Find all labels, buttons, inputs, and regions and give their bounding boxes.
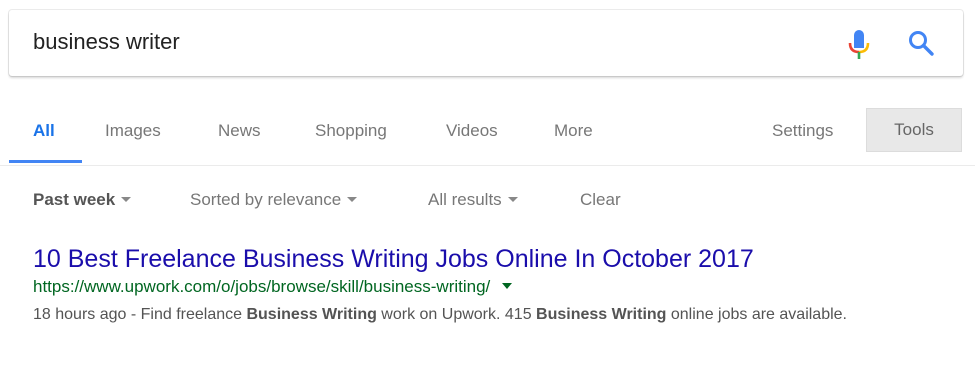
clear-filters-link[interactable]: Clear <box>580 190 621 210</box>
tab-more[interactable]: More <box>554 121 593 141</box>
snippet-separator: - <box>126 306 141 323</box>
result-url-row: https://www.upwork.com/o/jobs/browse/ski… <box>33 276 953 298</box>
search-result: 10 Best Freelance Business Writing Jobs … <box>33 242 953 328</box>
search-tabs-bar: All Images News Shopping Videos More Set… <box>0 100 975 166</box>
microphone-icon[interactable] <box>847 28 871 62</box>
result-title-link[interactable]: 10 Best Freelance Business Writing Jobs … <box>33 242 953 276</box>
snippet-highlight: Business Writing <box>246 306 377 323</box>
search-icon[interactable] <box>907 29 935 57</box>
results-filter-label: All results <box>428 190 502 209</box>
results-filter-dropdown[interactable]: All results <box>428 190 518 210</box>
search-box <box>9 10 963 76</box>
tab-videos[interactable]: Videos <box>446 121 498 141</box>
time-filter-dropdown[interactable]: Past week <box>33 190 132 210</box>
url-options-caret-icon[interactable] <box>502 282 513 289</box>
snippet-text: online jobs are available. <box>666 306 847 323</box>
snippet-text: work on Upwork. 415 <box>376 306 537 323</box>
snippet-text: Find freelance <box>140 306 247 323</box>
snippet-date: 18 hours ago <box>33 306 127 323</box>
dropdown-caret-icon <box>347 197 358 203</box>
sort-filter-dropdown[interactable]: Sorted by relevance <box>190 190 358 210</box>
dropdown-caret-icon <box>507 197 518 203</box>
snippet-highlight: Business Writing <box>536 306 667 323</box>
search-input[interactable] <box>33 24 813 60</box>
active-tab-underline <box>9 160 82 163</box>
result-snippet: 18 hours ago - Find freelance Business W… <box>33 302 953 328</box>
tab-news[interactable]: News <box>218 121 261 141</box>
tools-button[interactable]: Tools <box>866 108 962 152</box>
time-filter-label: Past week <box>33 190 116 209</box>
tab-images[interactable]: Images <box>105 121 161 141</box>
dropdown-caret-icon <box>121 197 132 203</box>
sort-filter-label: Sorted by relevance <box>190 190 342 209</box>
result-url[interactable]: https://www.upwork.com/o/jobs/browse/ski… <box>33 277 490 296</box>
tab-all[interactable]: All <box>33 121 55 141</box>
settings-link[interactable]: Settings <box>772 121 833 141</box>
tab-shopping[interactable]: Shopping <box>315 121 387 141</box>
